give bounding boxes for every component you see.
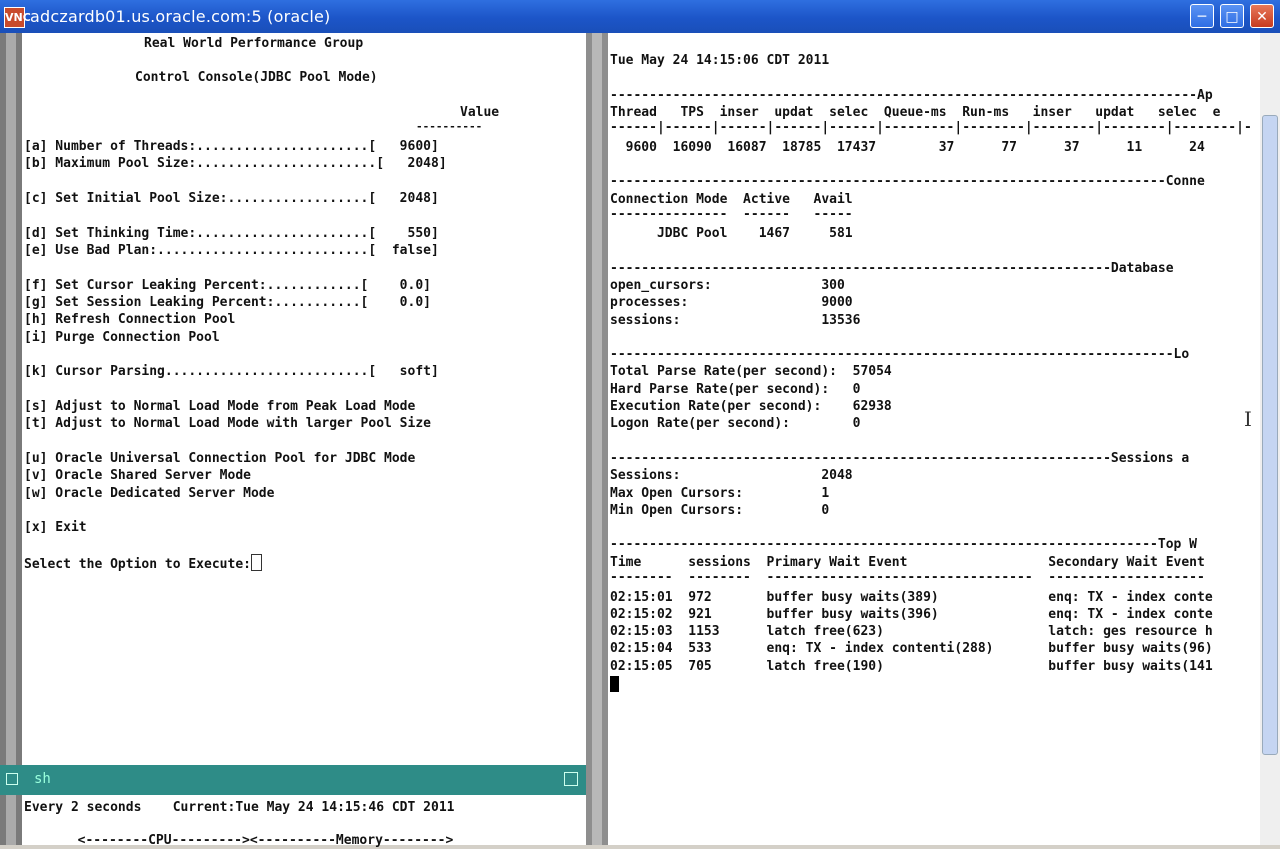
thread-table-rule: ------|------|------|------|------|-----… [610,120,1252,135]
option-i-purge-pool: [i] Purge Connection Pool [24,330,220,345]
control-console-pane[interactable]: Real World Performance Group Control Con… [22,33,586,765]
wait-table-rule: -------- -------- ----------------------… [610,570,1205,585]
option-e-bad-plan: [e] Use Bad Plan:.......................… [24,243,439,258]
db-open-cursors: open_cursors: 300 [610,278,845,293]
database-section-rule: ----------------------------------------… [610,261,1174,276]
option-k-cursor-parsing: [k] Cursor Parsing......................… [24,364,439,379]
sessions-count: Sessions: 2048 [610,468,853,483]
watch-pane[interactable]: Every 2 seconds Current:Tue May 24 14:15… [22,795,586,848]
monitor-timestamp: Tue May 24 14:15:06 CDT 2011 [610,53,830,68]
option-d-thinking-time: [d] Set Thinking Time:..................… [24,226,439,241]
close-button[interactable]: ✕ [1250,4,1274,28]
scrollbar-thumb[interactable] [1262,115,1278,755]
option-t-larger-pool: [t] Adjust to Normal Load Mode with larg… [24,416,431,431]
table-row: 02:15:01 972 buffer busy waits(389) enq:… [610,590,1213,605]
console-header-mode: Control Console(JDBC Pool Mode) [135,70,378,85]
db-sessions: sessions: 13536 [610,313,861,328]
vnc-app-icon: VNC [4,7,31,28]
option-h-refresh-pool: [h] Refresh Connection Pool [24,312,236,327]
connection-table-row: JDBC Pool 1467 581 [610,226,853,241]
hard-parse-rate: Hard Parse Rate(per second): 0 [610,382,861,397]
max-open-cursors: Max Open Cursors: 1 [610,486,830,501]
table-row: 02:15:05 705 latch free(190) buffer busy… [610,659,1213,674]
maximize-icon: □ [1225,9,1239,25]
top-wait-section-rule: ----------------------------------------… [610,537,1197,552]
cpu-memory-header: <--------CPU---------><----------Memory-… [62,833,454,848]
monitor-pane[interactable]: Tue May 24 14:15:06 CDT 2011 -----------… [608,33,1260,845]
load-section-rule: ----------------------------------------… [610,347,1190,362]
option-u-ucp: [u] Oracle Universal Connection Pool for… [24,451,416,466]
maximize-button[interactable]: □ [1220,4,1244,28]
table-row: 02:15:02 921 buffer busy waits(396) enq:… [610,607,1213,622]
option-w-dedicated-server: [w] Oracle Dedicated Server Mode [24,486,275,501]
execution-rate: Execution Rate(per second): 62938 [610,399,892,414]
option-a-threads: [a] Number of Threads:..................… [24,139,439,154]
pane-divider[interactable] [586,33,608,845]
option-g-session-leak: [g] Set Session Leaking Percent:........… [24,295,431,310]
total-parse-rate: Total Parse Rate(per second): 57054 [610,364,892,379]
logon-rate: Logon Rate(per second): 0 [610,416,861,431]
terminal-icon [6,773,18,785]
console-header-group: Real World Performance Group [144,36,364,51]
minimize-button[interactable]: ─ [1190,4,1214,28]
input-cursor[interactable] [250,554,262,571]
window-title: adczardb01.us.oracle.com:5 (oracle) [30,7,331,26]
value-column-rule: ---------- [416,120,483,133]
option-f-cursor-leak: [f] Set Cursor Leaking Percent:.........… [24,278,431,293]
table-row: 02:15:04 533 enq: TX - index contenti(28… [610,641,1213,656]
option-prompt-line[interactable]: Select the Option to Execute: [24,554,262,573]
option-v-shared-server: [v] Oracle Shared Server Mode [24,468,251,483]
thread-table-row: 9600 16090 16087 18785 17437 37 77 37 11… [610,140,1205,155]
left-frame-border [0,33,22,845]
min-open-cursors: Min Open Cursors: 0 [610,503,830,518]
menu-icon[interactable] [564,772,578,786]
table-row: 02:15:03 1153 latch free(623) latch: ges… [610,624,1213,639]
option-x-exit: [x] Exit [24,520,87,535]
connection-table-rule: --------------- ------ ----- [610,207,853,222]
db-processes: processes: 9000 [610,295,853,310]
right-scrollbar[interactable] [1260,33,1280,845]
mouse-ibeam-icon: I [1244,407,1252,431]
option-prompt: Select the Option to Execute: [24,557,251,572]
watch-status-line: Every 2 seconds Current:Tue May 24 14:15… [24,800,455,815]
connection-section-rule: ----------------------------------------… [610,174,1205,189]
minimize-icon: ─ [1197,9,1207,25]
sessions-section-rule: ----------------------------------------… [610,451,1190,466]
close-icon: ✕ [1256,9,1268,25]
option-c-initial-pool: [c] Set Initial Pool Size:..............… [24,191,439,206]
option-s-normal-from-peak: [s] Adjust to Normal Load Mode from Peak… [24,399,416,414]
window-title-bar[interactable]: VNC adczardb01.us.oracle.com:5 (oracle) … [0,0,1280,33]
option-b-max-pool: [b] Maximum Pool Size:..................… [24,156,447,171]
ap-section-rule: ----------------------------------------… [610,88,1213,103]
shell-tab-bar[interactable]: sh [0,765,586,795]
terminal-block-cursor [610,676,619,692]
shell-tab-label: sh [34,771,51,787]
